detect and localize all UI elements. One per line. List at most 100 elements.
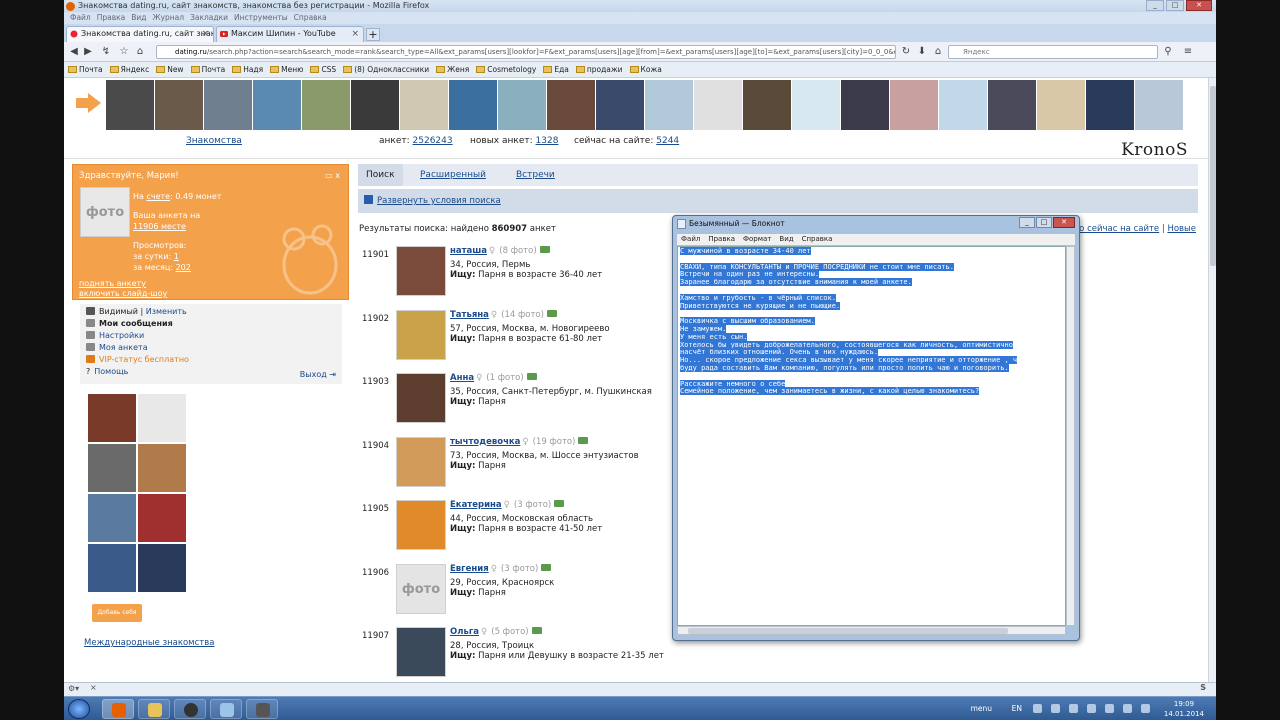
forward-icon[interactable]: ▶ xyxy=(82,46,94,58)
online-value[interactable]: 5244 xyxy=(656,136,679,146)
help-link[interactable]: Помощь xyxy=(94,367,128,376)
strip-photo[interactable] xyxy=(1135,80,1183,130)
message-icon[interactable] xyxy=(526,373,537,380)
start-button[interactable] xyxy=(68,699,90,719)
box-controls-icon[interactable]: ▭ x xyxy=(325,171,340,180)
strip-arrow-icon[interactable] xyxy=(74,92,102,114)
dating-nav-link[interactable]: Знакомства xyxy=(186,136,242,146)
profile-photo-placeholder[interactable]: фото xyxy=(396,563,446,614)
profile-name-link[interactable]: Анна xyxy=(450,373,474,383)
strip-photo[interactable] xyxy=(547,80,595,130)
menu-item[interactable]: Журнал xyxy=(153,13,185,22)
url-bar[interactable]: dating.ru/search.php?action=search&searc… xyxy=(156,45,896,59)
views-month-value[interactable]: 202 xyxy=(176,263,191,272)
strip-photo[interactable] xyxy=(1086,80,1134,130)
minimize-button[interactable]: _ xyxy=(1146,0,1164,11)
tab-close-icon[interactable]: × xyxy=(351,27,359,41)
photo-count[interactable]: (5 фото) xyxy=(491,627,528,637)
taskbar-camera[interactable] xyxy=(246,699,278,719)
notepad-menu-item[interactable]: Файл xyxy=(681,235,700,243)
profile-item[interactable]: Моя анкета xyxy=(86,342,148,354)
bookmark-item[interactable]: Почта xyxy=(68,62,103,77)
tab-close-icon[interactable]: × xyxy=(201,27,209,41)
rank-link[interactable]: 11906 месте xyxy=(133,222,186,231)
profile-photo[interactable] xyxy=(396,436,446,487)
settings-link[interactable]: Настройки xyxy=(99,331,144,340)
online-now-link[interactable]: то сейчас на сайте xyxy=(1074,224,1159,234)
profile-name-link[interactable]: Татьяна xyxy=(450,310,489,320)
home-button-icon[interactable]: ⌂ xyxy=(932,46,944,58)
star-icon[interactable]: ☆ xyxy=(118,46,130,58)
tab-search[interactable]: Поиск xyxy=(358,164,403,186)
tray-icon[interactable] xyxy=(1105,704,1114,713)
strip-photo[interactable] xyxy=(890,80,938,130)
message-icon[interactable] xyxy=(541,563,552,571)
message-icon[interactable] xyxy=(578,436,589,444)
reload-icon[interactable]: ↻ xyxy=(900,46,912,58)
page-scrollbar[interactable] xyxy=(1208,78,1216,682)
tray-icon[interactable] xyxy=(1069,704,1078,713)
scrollbar-thumb[interactable] xyxy=(1210,86,1216,266)
bookmark-item[interactable]: (8) Одноклассники xyxy=(343,62,429,77)
profile-name-link[interactable]: Ольга xyxy=(450,627,479,637)
bookmark-item[interactable]: Яндекс xyxy=(109,62,149,77)
strip-photo[interactable] xyxy=(841,80,889,130)
messages-link[interactable]: Мои сообщения xyxy=(99,319,173,328)
home-icon[interactable]: ⌂ xyxy=(134,46,146,58)
strip-photo[interactable] xyxy=(351,80,399,130)
skype-icon[interactable]: S xyxy=(1200,683,1206,692)
volume-icon[interactable] xyxy=(1123,704,1132,713)
tab-dating[interactable]: Знакомства dating.ru, сайт знакомств... … xyxy=(66,26,214,42)
strip-photo[interactable] xyxy=(253,80,301,130)
profile-photo[interactable] xyxy=(396,627,446,677)
tray-icon[interactable] xyxy=(1051,704,1060,713)
new-value[interactable]: 1328 xyxy=(536,136,559,146)
back-icon[interactable]: ◀ xyxy=(68,46,80,58)
mini-photo[interactable] xyxy=(88,494,136,542)
photo-count[interactable]: (3 фото) xyxy=(514,500,551,510)
photo-count[interactable]: (19 фото) xyxy=(533,437,576,447)
bookmark-item[interactable]: Еда xyxy=(543,62,569,77)
search-icon[interactable]: ⚲ xyxy=(1162,46,1174,58)
strip-photo[interactable] xyxy=(302,80,350,130)
mini-photo[interactable] xyxy=(88,544,136,592)
profile-photo[interactable] xyxy=(396,373,446,423)
new-profiles-link[interactable]: Новые xyxy=(1167,224,1196,234)
message-icon[interactable] xyxy=(531,627,542,634)
bookmark-item[interactable]: продажи xyxy=(575,62,623,77)
bookmark-item[interactable]: New xyxy=(156,62,184,77)
profile-name-link[interactable]: Екатерина xyxy=(450,500,502,510)
profile-name-link[interactable]: наташа xyxy=(450,246,487,256)
menu-item[interactable]: Правка xyxy=(97,13,126,22)
strip-photo[interactable] xyxy=(106,80,154,130)
close-bar-icon[interactable]: × xyxy=(90,683,97,692)
message-icon[interactable] xyxy=(546,309,557,317)
bookmark-item[interactable]: Cosmetology xyxy=(476,62,536,77)
views-day-value[interactable]: 1 xyxy=(174,252,179,261)
strip-photo[interactable] xyxy=(988,80,1036,130)
add-self-button[interactable]: Добавь себя xyxy=(92,604,142,622)
strip-photo[interactable] xyxy=(596,80,644,130)
tab-meetings[interactable]: Встречи xyxy=(508,164,563,186)
bookmark-item[interactable]: CSS xyxy=(310,62,336,77)
menu-icon[interactable]: ≡ xyxy=(1182,46,1194,58)
menu-item[interactable]: Вид xyxy=(131,13,146,22)
close-button[interactable]: ✕ xyxy=(1186,0,1212,11)
strip-photo[interactable] xyxy=(449,80,497,130)
maximize-button[interactable]: □ xyxy=(1166,0,1184,11)
intl-dating-link[interactable]: Международные знакомства xyxy=(84,638,214,648)
mini-photo[interactable] xyxy=(88,444,136,492)
bookmark-item[interactable]: Надя xyxy=(232,62,263,77)
notepad-text-area[interactable]: С мужчиной в возрасте 34-40 лет СВАХИ, ти… xyxy=(677,246,1066,626)
taskbar-explorer[interactable] xyxy=(138,699,170,719)
notepad-menu-item[interactable]: Формат xyxy=(743,235,771,243)
vip-item[interactable]: VIP-статус бесплатно xyxy=(86,354,189,366)
vip-link[interactable]: VIP-статус бесплатно xyxy=(99,355,189,364)
bookmark-item[interactable]: Почта xyxy=(190,62,225,77)
notepad-hscroll[interactable] xyxy=(677,626,1066,635)
slideshow-link[interactable]: включить слайд-шоу xyxy=(79,289,167,298)
strip-photo[interactable] xyxy=(743,80,791,130)
strip-photo[interactable] xyxy=(792,80,840,130)
downloads-icon[interactable]: ⬇ xyxy=(916,46,928,58)
photo-count[interactable]: (8 фото) xyxy=(499,246,536,256)
